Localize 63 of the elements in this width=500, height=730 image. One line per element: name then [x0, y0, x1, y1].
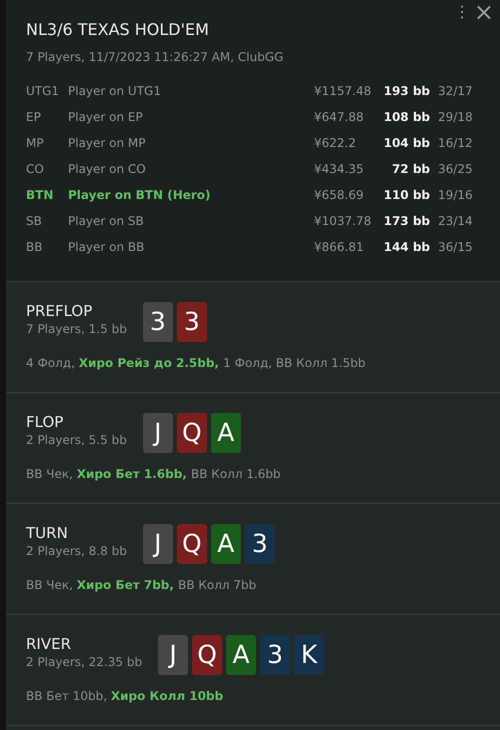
- playing-card: Q: [176, 413, 207, 453]
- street-info: 2 Players, 5.5 bb: [26, 432, 127, 449]
- player-name: Player on BTN (Hero): [68, 187, 212, 204]
- action-summary: 4 Фолд, Хиро Рейз до 2.5bb, 1 Фолд, ВВ Колл 1.5bb: [26, 355, 366, 372]
- player-name: Player on UTG1: [68, 83, 162, 100]
- playing-card: A: [210, 413, 241, 453]
- action-summary: BB Чек, Хиро Бет 1.6bb, BB Колл 1.6bb: [26, 466, 281, 483]
- player-stack-bb: 108 bb: [382, 109, 431, 126]
- playing-card: 3: [244, 524, 275, 564]
- player-stack: ¥622.2: [314, 135, 357, 152]
- player-stats: 36/25: [438, 161, 474, 178]
- player-stack-bb: 193 bb: [382, 83, 431, 100]
- playing-card: 3: [142, 302, 173, 342]
- player-stack-bb: 104 bb: [382, 135, 431, 152]
- playing-card: J: [142, 413, 173, 453]
- player-stack: ¥434.35: [314, 161, 365, 178]
- player-stats: 32/17: [438, 83, 474, 100]
- player-stack-bb: 173 bb: [382, 213, 431, 230]
- player-position: MP: [26, 135, 45, 152]
- player-position: BTN: [26, 187, 54, 204]
- playing-card: Q: [176, 524, 207, 564]
- player-stats: 19/16: [438, 187, 474, 204]
- player-position: UTG1: [26, 83, 60, 100]
- player-name: Player on CO: [68, 161, 147, 178]
- game-title: NL3/6 TEXAS HOLD'EM: [26, 20, 210, 40]
- playing-card: A: [226, 635, 256, 675]
- player-stack: ¥658.69: [314, 187, 365, 204]
- player-stack-bb: 110 bb: [382, 187, 431, 204]
- playing-card: Q: [192, 635, 222, 675]
- player-stats: 16/12: [438, 135, 474, 152]
- player-name: Player on SB: [68, 213, 145, 230]
- player-stack-bb: 144 bb: [382, 239, 431, 256]
- playing-card: 3: [176, 302, 207, 342]
- street-name: TURN: [26, 524, 69, 542]
- street-name: RIVER: [26, 635, 72, 653]
- player-stats: 36/15: [438, 239, 474, 256]
- street-info: 7 Players, 1.5 bb: [26, 321, 127, 338]
- playing-card: A: [210, 524, 241, 564]
- player-position: BB: [26, 239, 44, 256]
- player-position: EP: [26, 109, 42, 126]
- player-stack: ¥1037.78: [314, 213, 372, 230]
- player-stack: ¥866.81: [314, 239, 365, 256]
- street-name: FLOP: [26, 413, 64, 431]
- player-stack-bb: 72 bb: [390, 161, 431, 178]
- playing-card: J: [142, 524, 173, 564]
- playing-card: 3: [260, 635, 290, 675]
- player-name: Player on EP: [68, 109, 144, 126]
- player-stack: ¥1157.48: [314, 83, 372, 100]
- street-info: 2 Players, 22.35 bb: [26, 654, 142, 671]
- street-info: 2 Players, 8.8 bb: [26, 543, 127, 560]
- player-stack: ¥647.88: [314, 109, 365, 126]
- player-name: Player on BB: [68, 239, 146, 256]
- player-position: CO: [26, 161, 45, 178]
- player-position: SB: [26, 213, 43, 230]
- player-name: Player on MP: [68, 135, 147, 152]
- action-summary: BB Чек, Хиро Бет 7bb, BB Колл 7bb: [26, 577, 256, 594]
- player-stats: 23/14: [438, 213, 474, 230]
- player-stats: 29/18: [438, 109, 474, 126]
- street-name: PREFLOP: [26, 302, 94, 320]
- playing-card: J: [158, 635, 188, 675]
- playing-card: K: [294, 635, 324, 675]
- action-summary: BB Бет 10bb, Хиро Колл 10bb: [26, 688, 224, 705]
- game-subtitle: 7 Players, 11/7/2023 11:26:27 AM, ClubGG: [26, 49, 284, 66]
